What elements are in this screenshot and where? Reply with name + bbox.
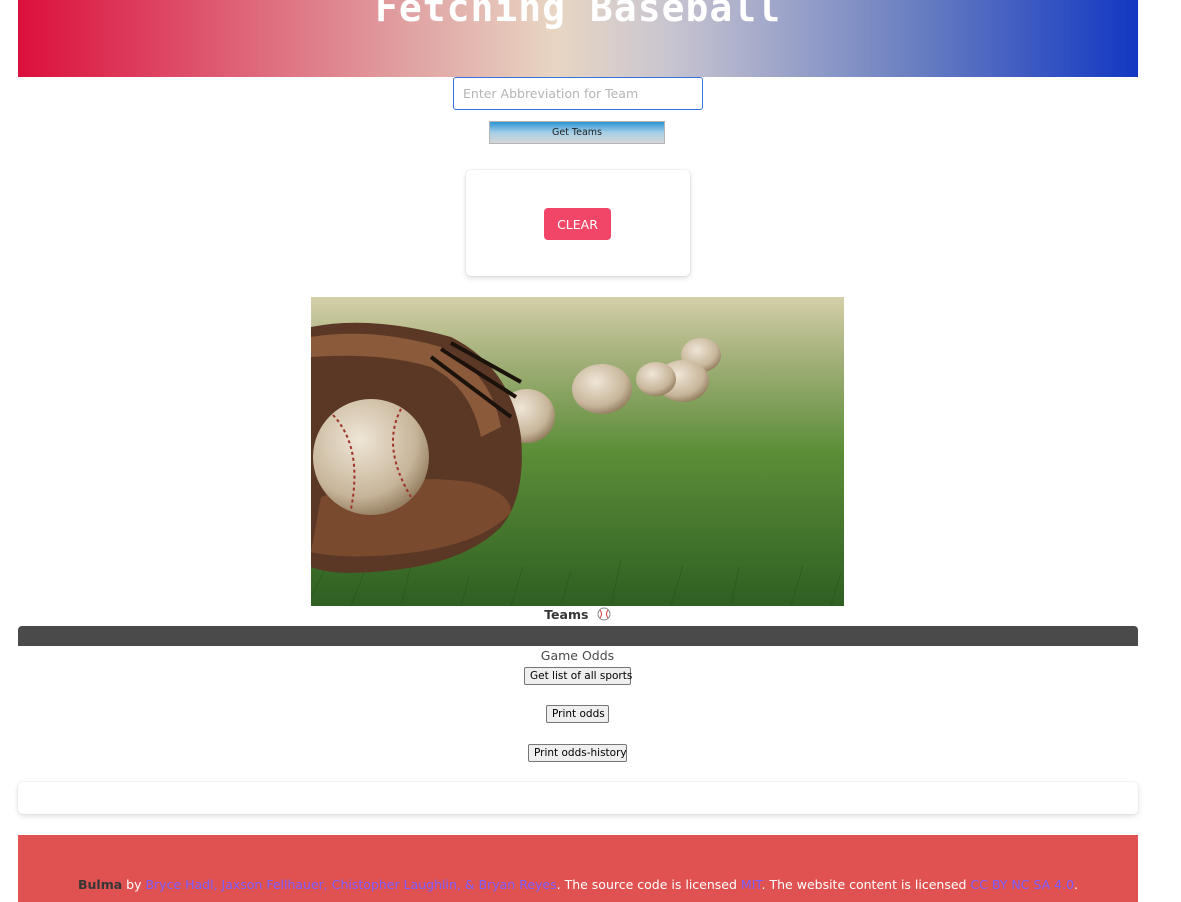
print-odds-history-button[interactable]: Print odds-history	[528, 744, 627, 762]
footer-end: .	[1074, 877, 1079, 892]
footer-content-text: . The website content is licensed	[761, 877, 967, 892]
hero-banner: Fetching Baseball	[18, 0, 1138, 77]
footer-brand: Bulma	[77, 877, 123, 892]
footer-text: Bulma by Bryce Hadl, Jaxson Fellhauer, C…	[18, 877, 1138, 892]
baseball-glove-image	[311, 297, 844, 606]
footer: Bulma by Bryce Hadl, Jaxson Fellhauer, C…	[18, 835, 1138, 902]
footer-by: by	[126, 877, 142, 892]
game-odds-title: Game Odds	[540, 648, 615, 663]
get-teams-button[interactable]: Get Teams	[489, 121, 665, 144]
footer-mit-link[interactable]: MIT	[741, 877, 762, 892]
team-abbreviation-input[interactable]	[453, 77, 703, 110]
print-odds-button[interactable]: Print odds	[546, 705, 609, 723]
teams-label: Teams	[544, 607, 589, 622]
teams-heading: Teams	[0, 607, 1155, 624]
clear-button[interactable]: CLEAR	[544, 208, 611, 240]
baseball-icon	[597, 607, 611, 624]
footer-source-text: . The source code is licensed	[556, 877, 737, 892]
get-sports-button[interactable]: Get list of all sports	[524, 667, 632, 685]
teams-results-bar	[18, 626, 1138, 646]
footer-cc-link[interactable]: CC BY NC SA 4.0	[970, 877, 1074, 892]
odds-results-box	[18, 782, 1138, 814]
footer-authors-link[interactable]: Bryce Hadl, Jaxson Fellhauer, Chistopher…	[145, 877, 556, 892]
page-title: Fetching Baseball	[375, 0, 781, 30]
clear-card: CLEAR	[466, 170, 690, 276]
